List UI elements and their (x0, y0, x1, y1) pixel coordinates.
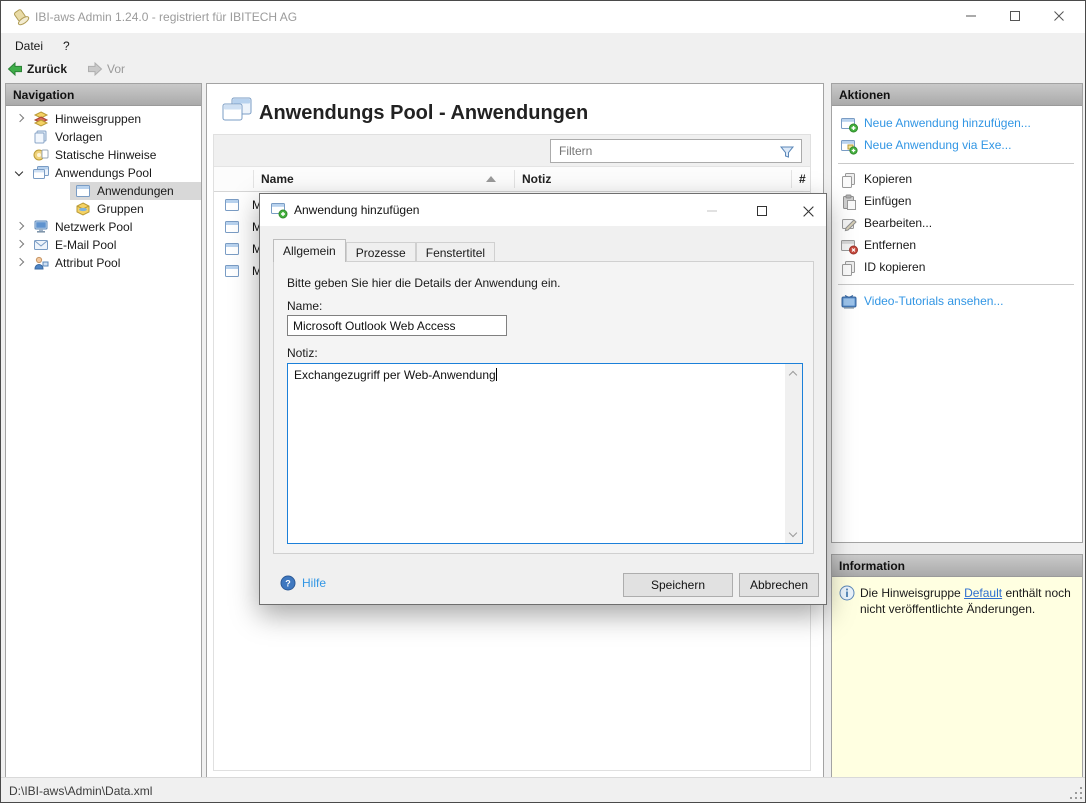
navigation-header: Navigation (6, 84, 201, 106)
note-label: Notiz: (287, 346, 318, 360)
nav-item-statische-hinweise[interactable]: Statische Hinweise (6, 146, 201, 164)
filter-row (214, 135, 810, 167)
nav-item-attribut-pool[interactable]: Attribut Pool (6, 254, 201, 272)
information-header: Information (832, 555, 1082, 577)
table-header: Name Notiz # (214, 167, 810, 192)
dialog-maximize-button[interactable] (742, 196, 782, 224)
minimize-button[interactable] (949, 1, 993, 31)
video-tutorials-icon (840, 293, 858, 318)
nav-item-anwendungen[interactable]: Anwendungen (6, 182, 201, 200)
dialog-titlebar: Anwendung hinzufügen (260, 194, 826, 226)
action-remove[interactable]: Entfernen (840, 234, 1078, 256)
name-label: Name: (287, 299, 323, 313)
cancel-button[interactable]: Abbrechen (739, 573, 819, 597)
nav-item-vorlagen[interactable]: Vorlagen (6, 128, 201, 146)
copy-id-icon (840, 259, 858, 284)
help-icon: ? (280, 575, 296, 591)
action-new-application[interactable]: Neue Anwendung hinzufügen... (840, 112, 1078, 134)
window-title: IBI-aws Admin 1.24.0 - registriert für I… (35, 10, 298, 24)
add-application-icon (270, 201, 288, 222)
page-title: Anwendungs Pool - Anwendungen (259, 102, 589, 124)
app-window: IBI-aws Admin 1.24.0 - registriert für I… (0, 0, 1086, 803)
text-caret (495, 368, 497, 381)
information-message: Die Hinweisgruppe Default enthält noch n… (860, 586, 1071, 616)
actions-header: Aktionen (832, 84, 1082, 106)
scroll-up-icon[interactable] (790, 370, 797, 377)
name-field[interactable] (287, 315, 507, 336)
information-panel: Information Die Hinweisgruppe Default en… (831, 554, 1083, 778)
tab-fenstertitel[interactable]: Fenstertitel (415, 242, 496, 262)
dialog-minimize-button[interactable] (692, 196, 732, 224)
tab-allgemein[interactable]: Allgemein (273, 239, 346, 262)
menubar: Datei ? (1, 33, 1085, 56)
new-application-exe-icon (840, 137, 858, 162)
action-copy-id[interactable]: ID kopieren (840, 256, 1078, 278)
panel-splitter[interactable] (831, 545, 1083, 556)
note-scrollbar[interactable] (785, 364, 802, 543)
chevron-right-icon[interactable] (16, 259, 23, 266)
actions-panel: Aktionen Neue Anwendung hinzufügen... Ne… (831, 83, 1083, 543)
menu-datei[interactable]: Datei (9, 37, 49, 55)
chevron-right-icon[interactable] (16, 115, 23, 122)
column-header-name[interactable]: Name (261, 167, 294, 192)
dialog-intro-text: Bitte geben Sie hier die Details der Anw… (287, 276, 561, 290)
action-paste[interactable]: Einfügen (840, 190, 1078, 212)
navigation-panel: Navigation Hinweisgruppen Vorlagen Stati… (5, 83, 202, 779)
save-button[interactable]: Speichern (623, 573, 733, 597)
titlebar: IBI-aws Admin 1.24.0 - registriert für I… (1, 1, 1085, 33)
statusbar: D:\IBI-aws\Admin\Data.xml (1, 777, 1085, 802)
attribute-pool-icon (33, 255, 49, 276)
default-group-link[interactable]: Default (964, 586, 1002, 600)
dialog-tabs: Allgemein Prozesse Fenstertitel (273, 239, 496, 262)
maximize-button[interactable] (993, 1, 1037, 31)
nav-item-netzwerk-pool[interactable]: Netzwerk Pool (6, 218, 201, 236)
application-icon (224, 263, 240, 286)
nav-item-hinweisgruppen[interactable]: Hinweisgruppen (6, 110, 201, 128)
forward-arrow-icon (88, 61, 103, 77)
action-copy[interactable]: Kopieren (840, 168, 1078, 190)
page-icon (221, 96, 253, 129)
actions-separator (838, 284, 1074, 285)
close-button[interactable] (1037, 1, 1081, 31)
menu-help[interactable]: ? (57, 37, 76, 55)
scroll-down-icon[interactable] (790, 530, 797, 537)
note-field[interactable]: Exchangezugriff per Web-Anwendung (287, 363, 803, 544)
filter-box (550, 139, 802, 163)
forward-button[interactable]: Vor (87, 59, 125, 79)
nav-item-gruppen[interactable]: Gruppen (6, 200, 201, 218)
information-body: Die Hinweisgruppe Default enthält noch n… (832, 577, 1082, 777)
actions-separator (838, 163, 1074, 164)
dialog-title: Anwendung hinzufügen (294, 203, 420, 217)
dialog-close-button[interactable] (788, 196, 828, 224)
resize-grip[interactable] (1069, 786, 1082, 799)
info-icon (839, 585, 855, 604)
add-application-dialog: Anwendung hinzufügen Allgemein Prozesse … (259, 193, 827, 605)
tab-prozesse[interactable]: Prozesse (345, 242, 416, 262)
nav-item-anwendungs-pool[interactable]: Anwendungs Pool (6, 164, 201, 182)
navigation-tree: Hinweisgruppen Vorlagen Statische Hinwei… (6, 106, 201, 272)
data-file-path: D:\IBI-aws\Admin\Data.xml (9, 784, 153, 798)
app-icon (12, 8, 30, 29)
help-link[interactable]: ? Hilfe (280, 575, 326, 591)
column-header-notiz[interactable]: Notiz (522, 167, 551, 192)
toolbar: Zurück Vor (1, 56, 1085, 82)
chevron-right-icon[interactable] (16, 241, 23, 248)
chevron-down-icon[interactable] (16, 169, 23, 176)
nav-item-email-pool[interactable]: E-Mail Pool (6, 236, 201, 254)
sort-ascending-icon (486, 176, 496, 182)
filter-funnel-icon[interactable] (779, 144, 795, 163)
chevron-right-icon[interactable] (16, 223, 23, 230)
filter-input[interactable] (559, 141, 769, 161)
back-arrow-icon (7, 61, 22, 77)
back-button[interactable]: Zurück (7, 59, 67, 79)
action-new-application-exe[interactable]: Neue Anwendung via Exe... (840, 134, 1078, 156)
action-edit[interactable]: Bearbeiten... (840, 212, 1078, 234)
action-video-tutorials[interactable]: Video-Tutorials ansehen... (840, 290, 1078, 312)
svg-text:?: ? (285, 579, 291, 589)
column-header-count[interactable]: # (799, 167, 806, 192)
